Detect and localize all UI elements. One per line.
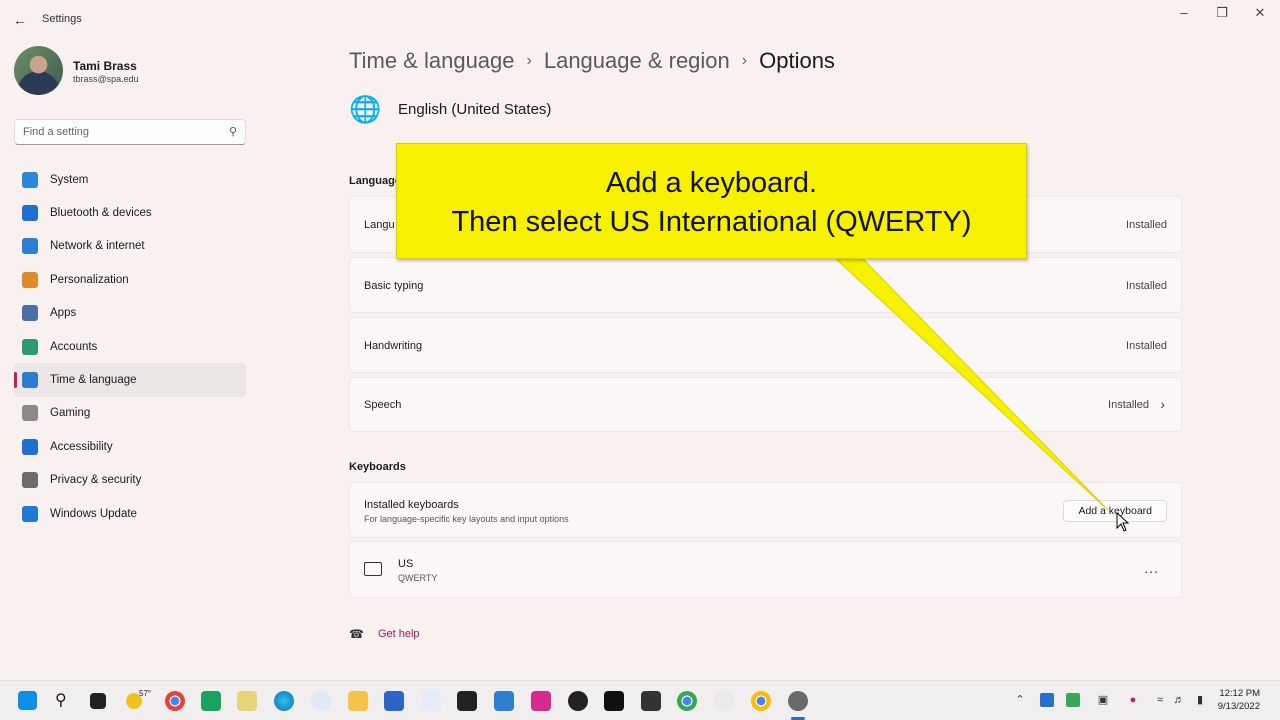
callout-line-2: Then select US International (QWERTY) xyxy=(451,206,972,238)
clock-date: 9/13/2022 xyxy=(1217,701,1260,712)
notes-icon[interactable] xyxy=(237,691,257,711)
app-icon-pink[interactable] xyxy=(531,691,551,711)
volume-icon[interactable]: ♬ xyxy=(1172,693,1186,707)
microphone-icon[interactable]: ● xyxy=(1126,693,1140,707)
app-icon-gray[interactable] xyxy=(641,691,661,711)
snipping-tool-icon[interactable] xyxy=(421,691,441,711)
settings-gear-icon[interactable] xyxy=(788,691,808,711)
chrome-profile-icon[interactable] xyxy=(677,691,697,711)
app-icon[interactable] xyxy=(311,691,331,711)
compass-icon[interactable] xyxy=(714,691,734,711)
task-view-icon[interactable] xyxy=(90,693,106,709)
clock[interactable]: 12:12 PM 9/13/2022 xyxy=(1218,687,1260,713)
chrome-alt-icon[interactable] xyxy=(751,691,771,711)
clock-time: 12:12 PM xyxy=(1219,688,1260,699)
mouse-cursor-icon xyxy=(1116,512,1130,532)
store-icon[interactable] xyxy=(384,691,404,711)
callout-box: Add a keyboard. Then select US Internati… xyxy=(396,143,1027,259)
search-icon[interactable]: ⚲ xyxy=(55,691,75,711)
start-icon[interactable] xyxy=(18,691,37,710)
edge-icon[interactable] xyxy=(274,691,294,711)
chrome-icon[interactable] xyxy=(165,691,185,711)
wifi-icon[interactable]: ≈ xyxy=(1153,693,1167,707)
app-icon-dark[interactable] xyxy=(568,691,588,711)
chat-icon[interactable] xyxy=(201,691,221,711)
chevron-up-icon[interactable]: ⌃ xyxy=(1013,693,1027,707)
calculator-icon[interactable] xyxy=(494,691,514,711)
tray-app-icon[interactable] xyxy=(1066,693,1080,707)
sticky-app-icon[interactable] xyxy=(457,691,477,711)
on-air-icon[interactable] xyxy=(604,691,624,711)
weather-temp: 57° xyxy=(139,689,152,698)
taskbar: ⚲ 57° ⌃ ▣ ● ≈ ♬ ▮ 12:12 PM 9/13/2022 xyxy=(0,680,1280,720)
tray-window-icon[interactable]: ▣ xyxy=(1096,693,1110,707)
file-explorer-icon[interactable] xyxy=(348,691,368,711)
battery-icon[interactable]: ▮ xyxy=(1193,693,1207,707)
callout-pointer xyxy=(833,257,1109,511)
defender-icon[interactable] xyxy=(1040,693,1054,707)
callout-line-1: Add a keyboard. xyxy=(605,167,818,199)
